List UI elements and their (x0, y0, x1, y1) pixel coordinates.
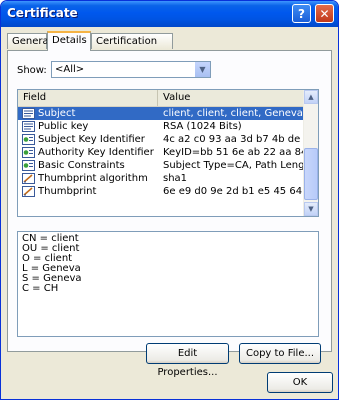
vertical-scrollbar[interactable]: ▲ ▼ (303, 90, 318, 216)
list-item-value: sha1 (163, 173, 188, 184)
copy-to-file-button[interactable]: Copy to File... (239, 343, 321, 364)
edit-properties-button[interactable]: Edit Properties... (146, 343, 229, 378)
field-edit-icon (22, 173, 35, 184)
list-item-field: Subject (38, 108, 76, 119)
show-dropdown-value: <All> (55, 64, 85, 75)
window-title: Certificate (7, 6, 78, 20)
list-item-field: Thumbprint algorithm (38, 173, 148, 184)
help-button[interactable]: ? (292, 4, 311, 23)
certificate-window: Certificate ? ✕ General Details Certific… (0, 0, 339, 400)
list-item[interactable]: Public key RSA (1024 Bits) (18, 120, 306, 133)
chevron-down-icon[interactable]: ▼ (194, 62, 210, 77)
field-document-icon (22, 121, 35, 132)
list-item[interactable]: Subject client, client, client, Geneva, G… (18, 107, 306, 120)
fields-list[interactable]: Field Value Subject client, client, clien… (17, 89, 319, 217)
show-dropdown[interactable]: <All> ▼ (51, 61, 211, 78)
list-item-value: 4c a2 c0 93 aa 3d b7 4b de 1b... (163, 134, 305, 145)
scroll-thumb[interactable] (304, 148, 318, 200)
list-item-value: 6e e9 d0 9e 2d b1 e5 45 64 3a... (163, 186, 305, 197)
scroll-down-icon[interactable]: ▼ (304, 202, 318, 216)
ok-button[interactable]: OK (267, 372, 333, 393)
list-item-field: Authority Key Identifier (38, 147, 154, 158)
certificate-extension-icon (22, 160, 35, 171)
close-button[interactable]: ✕ (315, 4, 334, 23)
list-item-value: KeyID=bb 51 6e ab 22 aa 84 ... (163, 147, 305, 158)
show-label: Show: (17, 65, 47, 76)
detail-line: S = Geneva (22, 273, 82, 284)
list-item-field: Public key (38, 121, 89, 132)
detail-line: C = CH (22, 283, 59, 294)
list-item[interactable]: Authority Key Identifier KeyID=bb 51 6e a… (18, 146, 306, 159)
tab-certification-path[interactable]: Certification Path (91, 33, 173, 63)
list-header: Field Value (18, 90, 306, 107)
list-item[interactable]: Basic Constraints Subject Type=CA, Path L… (18, 159, 306, 172)
field-document-icon (22, 108, 35, 119)
list-item-value: Subject Type=CA, Path Lengt... (163, 160, 305, 171)
list-item-field: Basic Constraints (38, 160, 125, 171)
list-item[interactable]: Thumbprint 6e e9 d0 9e 2d b1 e5 45 64 3a.… (18, 185, 306, 198)
certificate-extension-icon (22, 147, 35, 158)
column-header-field[interactable]: Field (18, 90, 158, 106)
list-item[interactable]: Thumbprint algorithm sha1 (18, 172, 306, 185)
scroll-up-icon[interactable]: ▲ (304, 90, 318, 104)
list-item[interactable]: Subject Key Identifier 4c a2 c0 93 aa 3d … (18, 133, 306, 146)
title-bar[interactable]: Certificate ? ✕ (1, 1, 338, 27)
field-detail-text[interactable]: CN = client OU = client O = client L = Gene… (17, 231, 319, 337)
field-edit-icon (22, 186, 35, 197)
list-item-field: Thumbprint (38, 186, 97, 197)
list-rows: Subject client, client, client, Geneva, G… (18, 107, 306, 198)
tab-details[interactable]: Details (47, 31, 91, 51)
list-item-field: Subject Key Identifier (38, 134, 145, 145)
column-header-value[interactable]: Value (158, 90, 306, 106)
certificate-extension-icon (22, 134, 35, 145)
tab-general[interactable]: General (7, 33, 51, 49)
list-item-value: RSA (1024 Bits) (163, 121, 242, 132)
list-item-value: client, client, client, Geneva, G... (163, 108, 305, 119)
